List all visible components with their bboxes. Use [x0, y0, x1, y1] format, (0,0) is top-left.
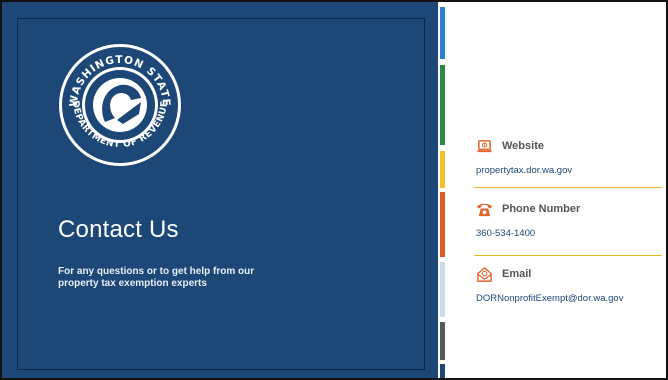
phone-number: 360-534-1400	[476, 228, 536, 239]
envelope-icon	[477, 266, 492, 282]
website-link[interactable]: propertytax.dor.wa.gov	[476, 165, 572, 176]
divider	[474, 187, 662, 188]
page-subtitle: For any questions or to get help from ou…	[58, 266, 255, 289]
stripe-green	[440, 65, 445, 145]
email-link[interactable]: DORNonprofitExempt@dor.wa.gov	[476, 293, 623, 304]
contact-panel: Website propertytax.dor.wa.gov Phone Num…	[447, 2, 666, 378]
title-panel: WASHINGTON STATE DEPARTMENT OF REVENUE C…	[2, 2, 438, 378]
slide: WASHINGTON STATE DEPARTMENT OF REVENUE C…	[0, 0, 668, 380]
stripe-light-blue	[440, 262, 445, 317]
telephone-icon	[476, 203, 493, 216]
stripe-orange	[440, 192, 445, 257]
email-label: Email	[502, 268, 532, 280]
page-title: Contact Us	[58, 216, 179, 243]
stripe-yellow	[440, 151, 445, 188]
laptop-icon	[476, 139, 493, 152]
phone-label: Phone Number	[502, 203, 581, 215]
stripe-blue	[440, 7, 445, 59]
stripe-gray	[440, 322, 445, 360]
dor-seal-logo: WASHINGTON STATE DEPARTMENT OF REVENUE	[59, 44, 181, 166]
divider	[474, 255, 662, 256]
contact-website: Website propertytax.dor.wa.gov	[476, 136, 572, 176]
color-stripes	[438, 2, 447, 378]
website-label: Website	[502, 140, 544, 152]
contact-phone: Phone Number 360-534-1400	[476, 199, 580, 239]
contact-email: Email DORNonprofitExempt@dor.wa.gov	[476, 264, 623, 304]
stripe-navy	[440, 364, 445, 378]
